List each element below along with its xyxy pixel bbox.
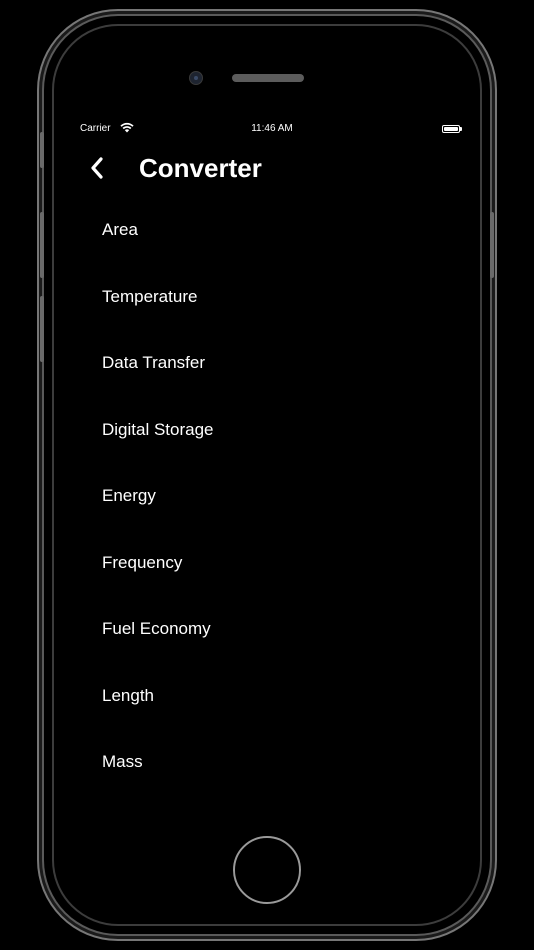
front-camera [189, 71, 203, 85]
list-item-length[interactable]: Length [102, 678, 442, 745]
status-bar: Carrier 11:46 AM [80, 122, 462, 138]
list-item-frequency[interactable]: Frequency [102, 545, 442, 612]
converter-category-list: Area Temperature Data Transfer Digital S… [102, 212, 442, 811]
home-button[interactable] [233, 836, 301, 904]
earpiece-speaker [232, 74, 304, 82]
power-button [490, 212, 494, 278]
list-item-mass[interactable]: Mass [102, 744, 442, 811]
volume-down-button [40, 296, 44, 362]
chevron-left-icon [91, 157, 103, 179]
list-item-data-transfer[interactable]: Data Transfer [102, 345, 442, 412]
list-item-digital-storage[interactable]: Digital Storage [102, 412, 442, 479]
battery-full-icon [442, 125, 462, 133]
mute-switch [40, 132, 44, 168]
list-item-temperature[interactable]: Temperature [102, 279, 442, 346]
page-title: Converter [139, 153, 262, 183]
navigation-bar: Converter [80, 148, 460, 188]
status-time: 11:46 AM [251, 123, 293, 134]
list-item-fuel-economy[interactable]: Fuel Economy [102, 611, 442, 678]
list-item-area[interactable]: Area [102, 212, 442, 279]
back-button[interactable] [84, 154, 112, 182]
wifi-icon [120, 122, 134, 133]
volume-up-button [40, 212, 44, 278]
carrier-label: Carrier [80, 123, 111, 134]
list-item-energy[interactable]: Energy [102, 478, 442, 545]
